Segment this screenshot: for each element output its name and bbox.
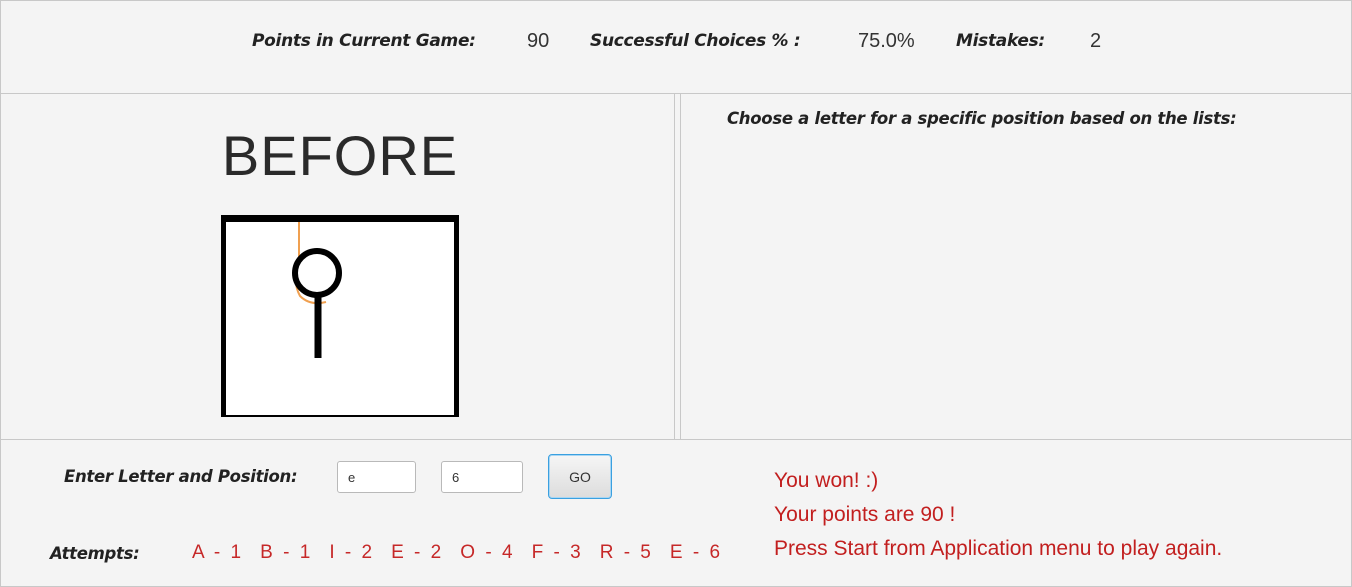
head-icon <box>292 248 342 298</box>
bottom-divider <box>1 439 1352 440</box>
mistakes-value: 2 <box>1090 30 1102 52</box>
points-value: 90 <box>527 30 550 52</box>
hangman-figure-icon <box>292 222 342 358</box>
go-button[interactable]: GO <box>548 454 612 499</box>
attempts-list: A - 1 B - 1 I - 2 E - 2 O - 4 F - 3 R - … <box>192 542 722 563</box>
top-divider <box>1 93 1352 94</box>
win-message: You won! :) <box>774 469 879 492</box>
mistakes-label: Mistakes: <box>956 31 1045 51</box>
instructions-text: Choose a letter for a specific position … <box>727 109 1237 128</box>
center-divider-right <box>680 93 681 440</box>
points-label: Points in Current Game: <box>252 31 476 51</box>
success-label: Successful Choices % : <box>590 31 801 51</box>
play-again-message: Press Start from Application menu to pla… <box>774 537 1223 560</box>
success-value: 75.0% <box>858 30 915 52</box>
position-input[interactable] <box>441 461 523 493</box>
hangman-canvas <box>221 215 459 417</box>
word-display: BEFORE <box>221 124 459 187</box>
points-message: Your points are 90 ! <box>774 503 956 526</box>
application-window: Points in Current Game: 90 Successful Ch… <box>0 0 1352 587</box>
enter-letter-position-label: Enter Letter and Position: <box>64 467 298 486</box>
letter-input[interactable] <box>337 461 416 493</box>
attempts-label: Attempts: <box>50 544 140 563</box>
